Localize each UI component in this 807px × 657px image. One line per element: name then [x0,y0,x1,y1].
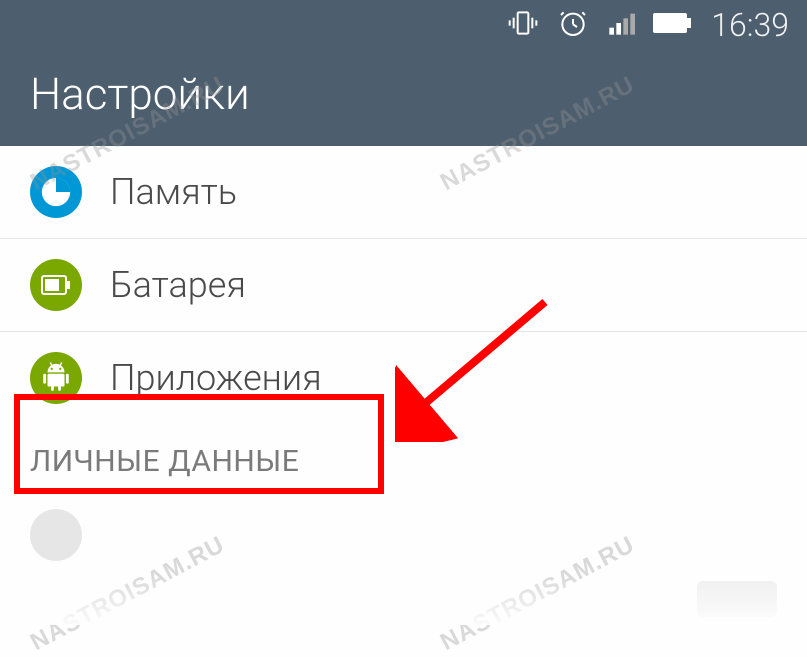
settings-item-partial[interactable] [0,489,807,581]
settings-item-label: Приложения [110,357,322,399]
signal-icon [607,9,635,41]
settings-item-label: Батарея [110,264,246,306]
page-title: Настройки [30,68,777,120]
section-header-personal: ЛИЧНЫЕ ДАННЫЕ [0,424,807,489]
battery-status-icon [653,11,693,39]
vibrate-icon [507,7,539,43]
settings-item-battery[interactable]: Батарея [0,239,807,332]
settings-item-apps[interactable]: Приложения [0,332,807,424]
status-bar: 16:39 [0,0,807,50]
clock-storage-icon [30,166,82,218]
settings-list: Память Батарея [0,146,807,581]
battery-icon [30,259,82,311]
toggle-partial [697,581,777,617]
page-header: Настройки [0,50,807,146]
settings-item-label: Память [110,171,237,213]
status-icons [507,7,693,43]
settings-item-memory[interactable]: Память [0,146,807,239]
alarm-icon [557,7,589,43]
fade-overlay [0,575,807,625]
partial-icon [30,509,82,561]
status-time: 16:39 [711,6,789,44]
android-icon [30,352,82,404]
